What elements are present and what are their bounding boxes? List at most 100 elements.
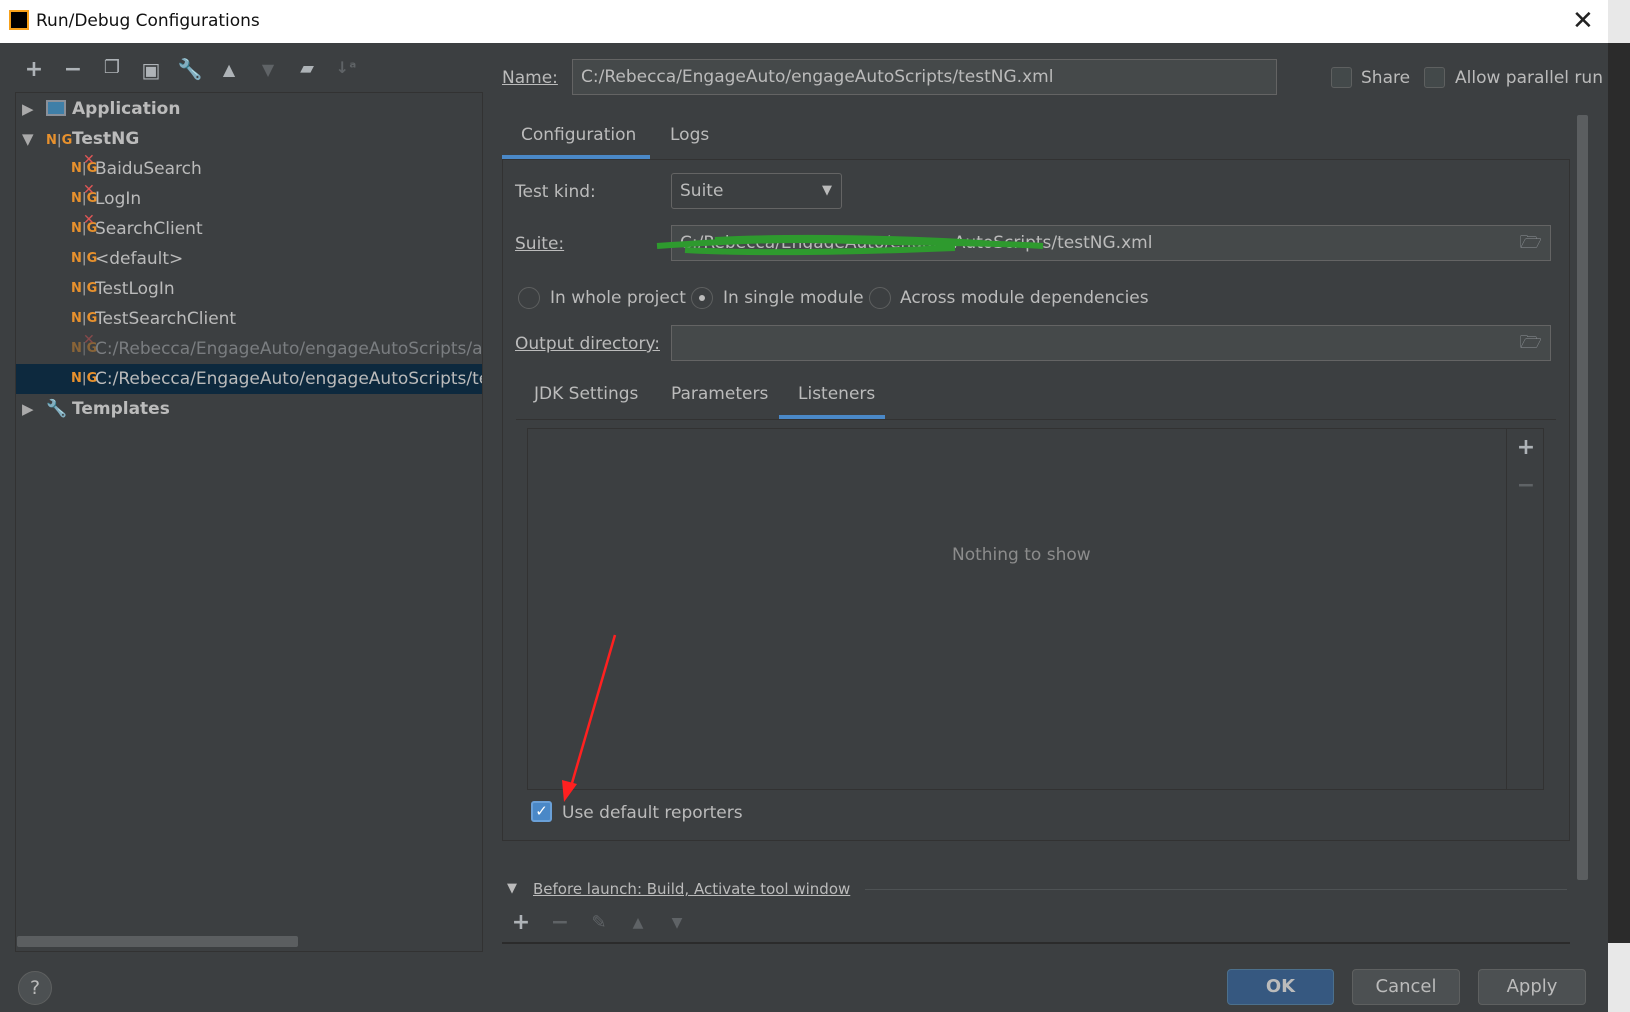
tree-item-label: SearchClient bbox=[95, 219, 203, 239]
tree-item[interactable]: ▼ N|G TestNG bbox=[16, 124, 482, 154]
test-kind-select[interactable]: Suite ▼ bbox=[671, 173, 842, 209]
move-down-icon[interactable]: ▼ bbox=[253, 60, 283, 79]
radio-single-module-label: In single module bbox=[723, 288, 864, 308]
add-listener-icon[interactable]: + bbox=[1511, 435, 1541, 460]
tree-item-label: Application bbox=[72, 99, 181, 119]
tree-item[interactable]: ▶ Application bbox=[16, 94, 482, 124]
testng-config-icon: N|G bbox=[71, 251, 98, 266]
intellij-icon bbox=[9, 10, 29, 30]
tab-configuration[interactable]: Configuration bbox=[521, 125, 636, 145]
output-directory-input[interactable]: 🗁 bbox=[671, 325, 1551, 361]
name-input[interactable]: C:/Rebecca/EngageAuto/engageAutoScripts/… bbox=[572, 59, 1277, 95]
tree-item[interactable]: N|G ✕ BaiduSearch bbox=[16, 154, 482, 184]
chevron-down-icon: ▼ bbox=[822, 183, 832, 198]
testng-config-icon: N|G bbox=[71, 371, 98, 386]
allow-parallel-checkbox[interactable] bbox=[1424, 67, 1445, 88]
radio-selected-dot bbox=[699, 295, 705, 301]
testng-config-icon: N|G ✕ bbox=[71, 214, 97, 244]
help-button[interactable]: ? bbox=[18, 971, 52, 1005]
wrench-icon: 🔧 bbox=[46, 399, 68, 419]
tree-item-label: <default> bbox=[95, 249, 184, 269]
testng-config-icon: N|G bbox=[71, 311, 98, 326]
tree-item-label: LogIn bbox=[95, 189, 142, 209]
testng-config-icon: N|G bbox=[71, 281, 98, 296]
remove-listener-icon[interactable]: − bbox=[1511, 473, 1541, 498]
tree-item[interactable]: N|G ✕ SearchClient bbox=[16, 214, 482, 244]
radio-whole-project[interactable] bbox=[518, 287, 540, 309]
tree-item-label: TestLogIn bbox=[95, 279, 175, 299]
folder-icon[interactable]: 🗁 bbox=[1520, 326, 1542, 360]
tree-item[interactable]: N|G ✕ C:/Rebecca/EngageAuto/engageAutoScri… bbox=[16, 334, 482, 364]
copy-icon[interactable]: ❐ bbox=[97, 57, 127, 78]
remove-icon[interactable]: − bbox=[58, 57, 88, 82]
tree-item[interactable]: N|G TestSearchClient bbox=[16, 304, 482, 334]
subtab-listeners[interactable]: Listeners bbox=[798, 384, 875, 404]
folder-icon[interactable]: 🗁 bbox=[1520, 226, 1542, 260]
tree-item-label: TestNG bbox=[72, 129, 140, 149]
radio-single-module[interactable] bbox=[691, 287, 713, 309]
collapsed-arrow-icon[interactable]: ▶ bbox=[22, 94, 34, 124]
before-launch-divider bbox=[865, 889, 1567, 890]
subtab-jdk-settings[interactable]: JDK Settings bbox=[534, 384, 638, 404]
window-title: Run/Debug Configurations bbox=[36, 11, 260, 31]
edit-task-icon[interactable]: ✎ bbox=[584, 912, 614, 933]
background-window-dark bbox=[1608, 43, 1630, 943]
radio-across-modules[interactable] bbox=[869, 287, 891, 309]
before-launch-label[interactable]: Before launch: Build, Activate tool wind… bbox=[533, 880, 850, 898]
tree-item[interactable]: N|G TestLogIn bbox=[16, 274, 482, 304]
listeners-list[interactable]: Nothing to show + − bbox=[527, 428, 1544, 790]
suite-label: Suite: bbox=[515, 234, 565, 254]
use-default-reporters-checkbox[interactable]: ✓ bbox=[531, 801, 552, 822]
tree-item[interactable]: ▶ 🔧 Templates bbox=[16, 394, 482, 424]
close-icon[interactable]: ✕ bbox=[1572, 6, 1594, 36]
task-up-icon[interactable]: ▲ bbox=[623, 915, 653, 931]
tree-item[interactable]: N|G C:/Rebecca/EngageAuto/engageAutoScrip… bbox=[16, 364, 482, 394]
tree-item[interactable]: N|G <default> bbox=[16, 244, 482, 274]
testng-config-icon: N|G ✕ bbox=[71, 184, 97, 214]
collapsed-arrow-icon[interactable]: ▶ bbox=[22, 394, 34, 424]
add-icon[interactable]: + bbox=[19, 57, 49, 82]
tree-item-label: C:/Rebecca/EngageAuto/engageAutoScripts/… bbox=[95, 339, 482, 359]
configuration-tree[interactable]: ▶ Application ▼ N|G TestNG N|G ✕ BaiduSearch N|G… bbox=[15, 92, 483, 952]
tree-item-label: C:/Rebecca/EngageAuto/engageAutoScripts/… bbox=[95, 369, 482, 389]
share-checkbox[interactable] bbox=[1331, 67, 1352, 88]
expanded-arrow-icon[interactable]: ▼ bbox=[22, 124, 34, 154]
testng-icon: N|G bbox=[46, 133, 73, 148]
error-icon: ✕ bbox=[83, 154, 95, 168]
radio-whole-project-label: In whole project bbox=[550, 288, 686, 308]
task-down-icon[interactable]: ▼ bbox=[662, 915, 692, 931]
remove-task-icon[interactable]: − bbox=[545, 910, 575, 935]
test-kind-label: Test kind: bbox=[515, 182, 596, 202]
testng-config-icon: N|G ✕ bbox=[71, 334, 97, 364]
radio-across-modules-label: Across module dependencies bbox=[900, 288, 1149, 308]
add-task-icon[interactable]: + bbox=[506, 910, 536, 935]
tree-item[interactable]: N|G ✕ LogIn bbox=[16, 184, 482, 214]
error-icon: ✕ bbox=[83, 214, 95, 228]
config-scrollbar[interactable] bbox=[1577, 115, 1588, 880]
error-icon: ✕ bbox=[83, 334, 95, 348]
list-toolbar-divider bbox=[1506, 429, 1507, 789]
application-icon bbox=[46, 100, 66, 116]
output-directory-label: Output directory: bbox=[515, 334, 660, 354]
wrench-icon[interactable]: 🔧 bbox=[175, 57, 205, 81]
apply-button[interactable]: Apply bbox=[1478, 969, 1586, 1005]
share-label: Share bbox=[1361, 68, 1411, 88]
testng-config-icon: N|G ✕ bbox=[71, 154, 97, 184]
empty-list-text: Nothing to show bbox=[952, 545, 1091, 565]
before-launch-collapse-icon[interactable]: ▼ bbox=[507, 881, 517, 896]
new-folder-icon[interactable]: ▰ bbox=[292, 58, 322, 79]
subtab-parameters[interactable]: Parameters bbox=[671, 384, 768, 404]
save-icon[interactable]: ▣ bbox=[136, 58, 166, 82]
allow-parallel-label: Allow parallel run bbox=[1455, 68, 1603, 88]
cancel-button[interactable]: Cancel bbox=[1352, 969, 1460, 1005]
redaction-scribble bbox=[656, 234, 1044, 256]
ok-button[interactable]: OK bbox=[1227, 969, 1334, 1005]
move-up-icon[interactable]: ▲ bbox=[214, 60, 244, 79]
sort-icon[interactable]: ↓ᵃ bbox=[331, 58, 361, 77]
title-bar: Run/Debug Configurations ✕ bbox=[0, 0, 1608, 43]
annotation-arrow bbox=[562, 634, 617, 802]
error-icon: ✕ bbox=[83, 184, 95, 198]
tree-item-label: BaiduSearch bbox=[95, 159, 202, 179]
tab-logs[interactable]: Logs bbox=[670, 125, 709, 145]
tree-horizontal-scrollbar[interactable] bbox=[17, 936, 298, 947]
